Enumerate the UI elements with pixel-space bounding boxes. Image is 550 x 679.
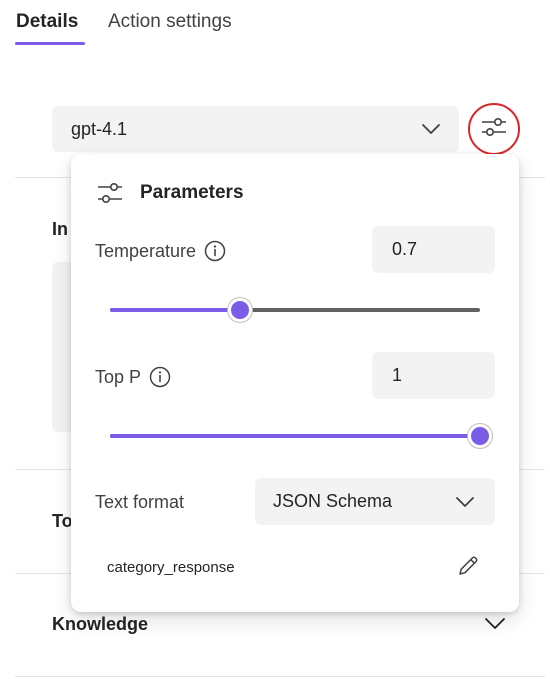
section-label-tools: To [52, 511, 73, 531]
section-label-instructions: In [52, 219, 68, 239]
top-p-label: Top P [95, 366, 171, 388]
model-select-value: gpt-4.1 [71, 118, 128, 139]
sliders-icon [481, 116, 507, 143]
info-icon[interactable] [149, 366, 171, 388]
text-format-label: Text format [95, 492, 185, 512]
model-select[interactable]: gpt-4.1 [52, 106, 459, 152]
model-parameters-button[interactable] [468, 103, 520, 155]
text-format-select[interactable]: JSON Schema [255, 478, 495, 525]
slider-thumb[interactable] [468, 424, 492, 448]
tab-details[interactable]: Details [16, 11, 78, 33]
text-format-value: JSON Schema [273, 491, 393, 511]
sliders-icon [97, 182, 123, 209]
info-icon[interactable] [204, 240, 226, 262]
top-p-slider[interactable] [110, 421, 492, 451]
parameters-title: Parameters [140, 182, 244, 203]
active-tab-indicator [15, 42, 85, 45]
slider-thumb[interactable] [227, 298, 252, 322]
section-divider [15, 676, 545, 677]
chevron-down-icon [455, 493, 475, 514]
temperature-input[interactable]: 0.7 [372, 226, 495, 273]
temperature-label: Temperature [95, 240, 226, 262]
top-p-label-text: Top P [95, 366, 142, 387]
schema-name: category_response [107, 559, 235, 576]
section-label-knowledge[interactable]: Knowledge [52, 614, 148, 635]
top-p-input[interactable]: 1 [372, 352, 495, 399]
chevron-down-icon [421, 120, 441, 141]
pencil-icon [456, 554, 480, 583]
edit-schema-button[interactable] [454, 554, 482, 582]
tab-action-settings[interactable]: Action settings [108, 11, 232, 33]
chevron-down-icon[interactable] [484, 616, 506, 635]
slider-fill [110, 308, 240, 312]
temperature-slider[interactable] [110, 295, 480, 325]
slider-fill [110, 434, 480, 438]
parameters-popover: Parameters Temperature 0.7 Top P 1 Text … [71, 154, 519, 612]
temperature-label-text: Temperature [95, 240, 197, 261]
